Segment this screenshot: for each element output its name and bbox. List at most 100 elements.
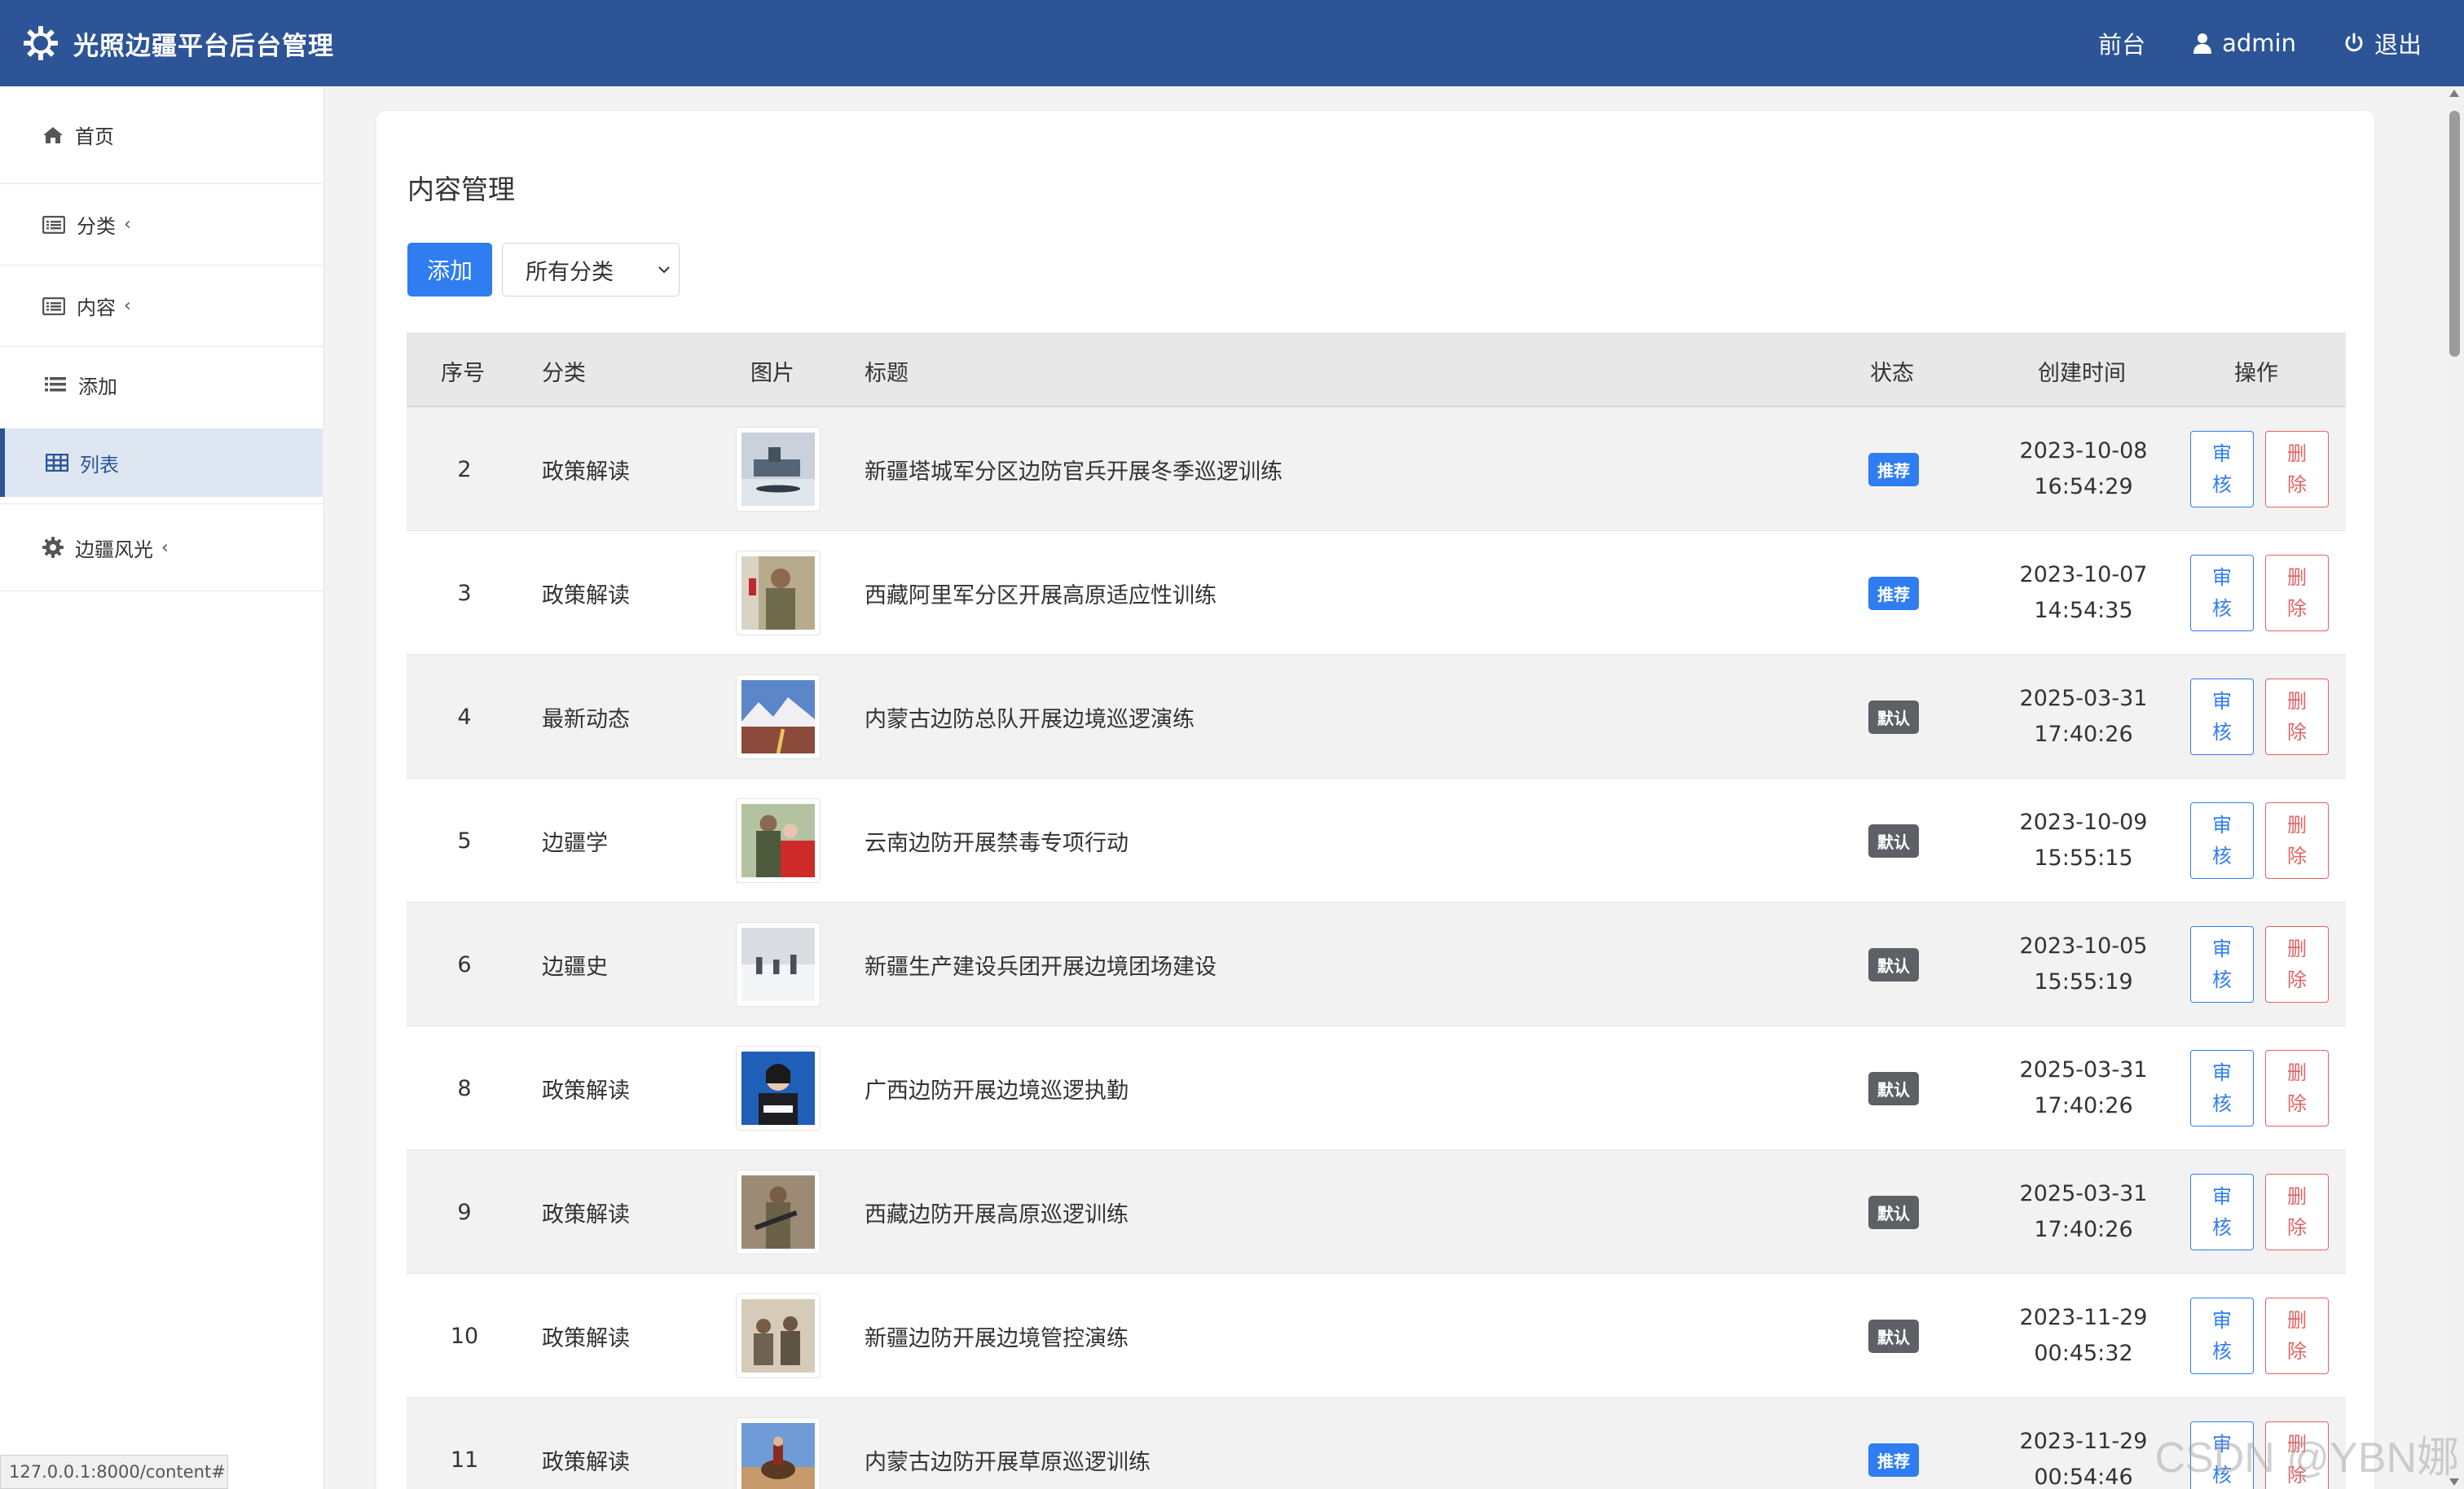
row-actions: 审核删除 — [2185, 655, 2334, 779]
row-created-time: 2025-03-31 17:40:26 — [1978, 1150, 2189, 1274]
cell-text: 2023-11-29 00:54:46 — [2020, 1424, 2148, 1489]
row-category: 政策解读 — [542, 1026, 630, 1150]
thumbnail-image[interactable] — [736, 674, 821, 759]
status-badge: 推荐 — [1868, 452, 1919, 486]
cell-text: 核 — [2212, 473, 2232, 496]
review-button[interactable]: 审核 — [2190, 926, 2254, 1003]
status-badge: 默认 — [1868, 1071, 1919, 1105]
sidebar-item-scenery[interactable]: 边疆风光 ‹ — [0, 503, 323, 591]
scroll-thumb[interactable] — [2449, 111, 2460, 357]
thumbnail-image[interactable] — [736, 922, 821, 1007]
thumbnail-image[interactable] — [736, 798, 821, 883]
review-button[interactable]: 审核 — [2190, 1050, 2254, 1127]
sidebar-item-content[interactable]: 内容 ‹ — [0, 266, 323, 347]
cell-text: 审 — [2212, 1309, 2232, 1332]
review-button[interactable]: 审核 — [2190, 431, 2254, 507]
delete-button[interactable]: 删除 — [2265, 555, 2329, 631]
review-button[interactable]: 审核 — [2190, 802, 2254, 879]
review-button[interactable]: 审核 — [2190, 555, 2254, 631]
cell-text: 17:40:26 — [2034, 1093, 2133, 1118]
thumbnail-image[interactable] — [736, 551, 821, 635]
row-category: 边疆史 — [542, 903, 608, 1026]
cell-text: 除 — [2287, 597, 2307, 620]
row-index: 3 — [407, 531, 522, 655]
cell-text: 政策解读 — [542, 1325, 630, 1351]
cell-text: 2023-10-05 15:55:19 — [2020, 929, 2148, 1000]
delete-button[interactable]: 删除 — [2265, 679, 2329, 755]
cell-text: 核 — [2212, 1340, 2232, 1363]
cell-text: 新疆边防开展边境管控演练 — [865, 1325, 1129, 1351]
sidebar-item-label: 添加 — [78, 375, 117, 398]
col-header-index: 序号 — [441, 361, 485, 386]
review-button[interactable]: 审核 — [2190, 679, 2254, 755]
cell-text: 除 — [2287, 473, 2307, 496]
delete-button[interactable]: 删除 — [2265, 802, 2329, 879]
cell-text: 2025-03-31 — [2019, 686, 2148, 711]
thumbnail-image[interactable] — [736, 1417, 821, 1489]
watermark: CSDN @YBN娜 — [2154, 1434, 2460, 1482]
top-navbar: 光照边疆平台后台管理 前台 admin 退出 — [0, 0, 2464, 86]
row-actions: 审核删除 — [2185, 903, 2334, 1026]
sidebar-item-label: 边疆风光 — [75, 538, 153, 561]
row-category: 政策解读 — [542, 1274, 630, 1398]
row-title: 广西边防开展边境巡逻执勤 — [865, 1026, 1129, 1150]
row-status: 默认 — [1833, 655, 1955, 779]
cell-text: 15:55:15 — [2034, 846, 2133, 871]
bars-icon — [45, 377, 66, 392]
cell-text: 2023-10-09 — [2019, 810, 2148, 835]
table-row: 9 政策解读 西藏边防开展高原巡逻训练 默认 2025-03-31 17:40:26 审核删… — [407, 1150, 2346, 1274]
app-title: 光照边疆平台后台管理 — [73, 31, 334, 61]
category-filter-select[interactable]: 所有分类 — [502, 243, 680, 296]
delete-button[interactable]: 删除 — [2265, 431, 2329, 507]
delete-button[interactable]: 删除 — [2265, 926, 2329, 1003]
row-status: 推荐 — [1833, 531, 1955, 655]
row-status: 默认 — [1833, 779, 1955, 903]
user-menu[interactable]: admin — [2193, 29, 2296, 57]
delete-button[interactable]: 删除 — [2265, 1174, 2329, 1250]
status-badge: 默认 — [1868, 1319, 1919, 1353]
sidebar-item-add[interactable]: 添加 — [0, 347, 323, 422]
cell-text: 政策解读 — [542, 1449, 630, 1475]
status-badge: 默认 — [1868, 700, 1919, 734]
cell-text: 4 — [457, 704, 472, 730]
cell-text: 广西边防开展边境巡逻执勤 — [865, 1078, 1129, 1104]
sidebar-item-home[interactable]: 首页 — [0, 86, 323, 184]
delete-button[interactable]: 删除 — [2265, 1050, 2329, 1127]
cell-text: 10 — [450, 1323, 479, 1349]
table-row: 8 政策解读 广西边防开展边境巡逻执勤 默认 2025-03-31 17:40:26 审核删… — [407, 1026, 2346, 1150]
cell-text: 审 — [2212, 1185, 2232, 1208]
cell-text: 核 — [2212, 721, 2232, 744]
delete-button[interactable]: 删除 — [2265, 1298, 2329, 1374]
row-created-time: 2023-10-05 15:55:19 — [1978, 903, 2189, 1026]
row-actions: 审核删除 — [2185, 779, 2334, 903]
sidebar-item-label: 首页 — [75, 125, 114, 148]
logout-link[interactable]: 退出 — [2343, 26, 2422, 60]
cell-text: 云南边防开展禁毒专项行动 — [865, 830, 1129, 856]
brand[interactable]: 光照边疆平台后台管理 — [23, 22, 334, 64]
review-button[interactable]: 审核 — [2190, 1298, 2254, 1374]
scroll-up-arrow-icon[interactable] — [2449, 90, 2459, 97]
front-link[interactable]: 前台 — [2098, 26, 2145, 60]
cell-text: 17:40:26 — [2034, 1217, 2133, 1242]
cell-text: 政策解读 — [542, 582, 630, 608]
thumbnail-image[interactable] — [736, 1170, 821, 1254]
add-button[interactable]: 添加 — [407, 243, 492, 296]
col-header-image: 图片 — [750, 361, 794, 386]
page-scrollbar[interactable] — [2444, 86, 2464, 1489]
row-status: 默认 — [1833, 903, 1955, 1026]
chevron-left-icon: ‹ — [124, 296, 131, 316]
row-image — [734, 779, 822, 903]
thumbnail-image[interactable] — [736, 1046, 821, 1131]
cell-text: 审 — [2212, 938, 2232, 960]
top-nav: 前台 admin 退出 — [2051, 22, 2422, 64]
thumbnail-image[interactable] — [736, 1294, 821, 1378]
cell-text: 00:45:32 — [2034, 1341, 2133, 1366]
thumbnail-image[interactable] — [736, 427, 821, 512]
row-status: 默认 — [1833, 1026, 1955, 1150]
sidebar-item-list[interactable]: 列表 — [0, 428, 323, 497]
row-title: 云南边防开展禁毒专项行动 — [865, 779, 1129, 903]
sidebar-item-category[interactable]: 分类 ‹ — [0, 184, 323, 266]
review-button[interactable]: 审核 — [2190, 1174, 2254, 1250]
cell-text: 6 — [457, 951, 472, 977]
list-alt-icon — [42, 215, 65, 234]
